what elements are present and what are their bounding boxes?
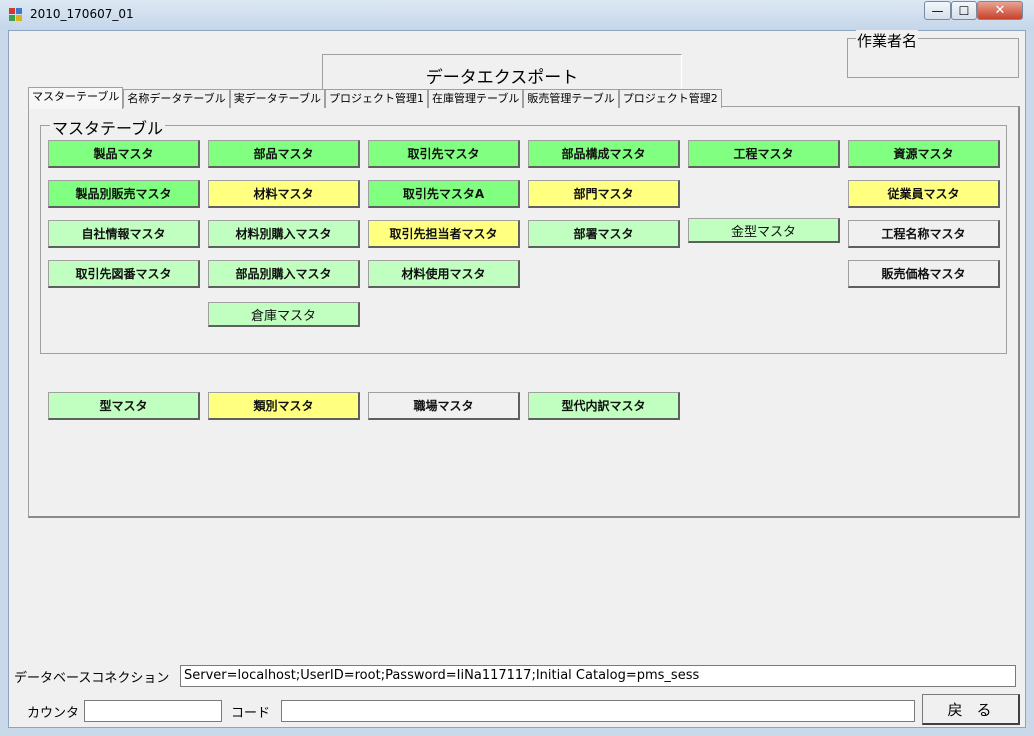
tab-actual-data-table[interactable]: 実データテーブル: [229, 89, 326, 108]
app-icon: [9, 8, 23, 22]
company-info-master-button[interactable]: 自社情報マスタ: [48, 220, 200, 248]
window-title: 2010_170607_01: [30, 7, 134, 21]
close-icon: ✕: [994, 3, 1006, 18]
category-master-button[interactable]: 類別マスタ: [208, 392, 360, 420]
tab-name-data-table[interactable]: 名称データテーブル: [123, 89, 230, 108]
material-usage-master-button[interactable]: 材料使用マスタ: [368, 260, 520, 288]
bom-master-button[interactable]: 部品構成マスタ: [528, 140, 680, 168]
workplace-master-button[interactable]: 職場マスタ: [368, 392, 520, 420]
counter-label: カウンタ: [27, 706, 80, 721]
tab-inventory-table[interactable]: 在庫管理テーブル: [428, 89, 524, 108]
material-purchase-master-button[interactable]: 材料別購入マスタ: [208, 220, 360, 248]
supplier-contact-master-button[interactable]: 取引先担当者マスタ: [368, 220, 520, 248]
product-master-button[interactable]: 製品マスタ: [48, 140, 200, 168]
maximize-button[interactable]: ☐: [951, 1, 977, 20]
mold-master-button[interactable]: 金型マスタ: [688, 218, 840, 243]
maximize-icon: ☐: [958, 3, 970, 18]
product-sales-master-button[interactable]: 製品別販売マスタ: [48, 180, 200, 208]
tab-sales-table[interactable]: 販売管理テーブル: [523, 89, 619, 108]
supplier-drawing-master-button[interactable]: 取引先図番マスタ: [48, 260, 200, 288]
minimize-button[interactable]: —: [924, 1, 951, 20]
warehouse-master-button[interactable]: 倉庫マスタ: [208, 302, 360, 327]
process-name-master-button[interactable]: 工程名称マスタ: [848, 220, 1000, 248]
parts-purchase-master-button[interactable]: 部品別購入マスタ: [208, 260, 360, 288]
code-field[interactable]: [281, 700, 915, 722]
minimize-icon: —: [931, 3, 944, 18]
tab-master-table[interactable]: マスターテーブル: [28, 87, 124, 109]
resource-master-button[interactable]: 資源マスタ: [848, 140, 1000, 168]
parts-master-button[interactable]: 部品マスタ: [208, 140, 360, 168]
db-connection-field[interactable]: Server=localhost;UserID=root;Password=Ii…: [180, 665, 1016, 687]
section-master-button[interactable]: 部署マスタ: [528, 220, 680, 248]
worker-label: 作業者名: [856, 30, 919, 51]
tab-strip: マスターテーブル 名称データテーブル 実データテーブル プロジェクト管理1 在庫…: [28, 87, 722, 109]
counter-field[interactable]: [84, 700, 222, 722]
process-master-button[interactable]: 工程マスタ: [688, 140, 840, 168]
code-label: コード: [231, 706, 271, 721]
supplier-master-a-button[interactable]: 取引先マスタA: [368, 180, 520, 208]
tab-project-management-2[interactable]: プロジェクト管理2: [618, 89, 722, 108]
page-title: データエクスポート: [425, 68, 579, 88]
tab-project-management-1[interactable]: プロジェクト管理1: [325, 89, 429, 108]
employee-master-button[interactable]: 従業員マスタ: [848, 180, 1000, 208]
material-master-button[interactable]: 材料マスタ: [208, 180, 360, 208]
back-button[interactable]: 戻る: [922, 694, 1020, 725]
db-connection-label: データベースコネクション: [14, 671, 170, 686]
sales-price-master-button[interactable]: 販売価格マスタ: [848, 260, 1000, 288]
department-master-button[interactable]: 部門マスタ: [528, 180, 680, 208]
close-button[interactable]: ✕: [977, 1, 1023, 20]
supplier-master-button[interactable]: 取引先マスタ: [368, 140, 520, 168]
master-table-group-label: マスタテーブル: [50, 115, 166, 139]
title-bar[interactable]: [0, 0, 1034, 30]
mold-fee-breakdown-master-button[interactable]: 型代内訳マスタ: [528, 392, 680, 420]
type-master-button[interactable]: 型マスタ: [48, 392, 200, 420]
